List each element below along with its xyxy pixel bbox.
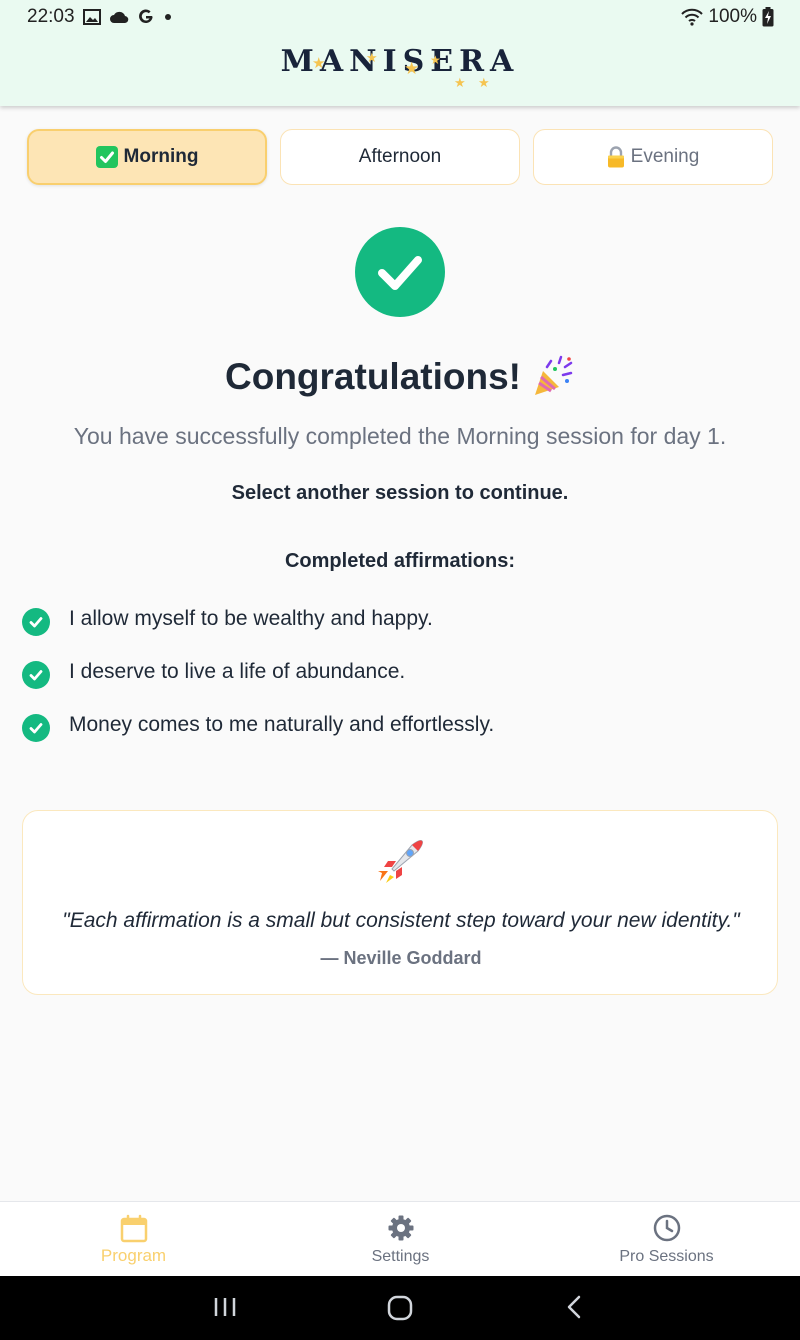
affirmation-text: I deserve to live a life of abundance. bbox=[69, 660, 406, 683]
check-circle-icon bbox=[22, 661, 50, 689]
completed-affirmations-heading: Completed affirmations: bbox=[284, 550, 516, 572]
tab-morning-label: Morning bbox=[123, 146, 199, 167]
check-circle-icon bbox=[22, 608, 50, 636]
success-check-icon bbox=[355, 227, 445, 317]
completion-message: You have successfully completed the Morn… bbox=[73, 423, 727, 449]
recent-apps-button[interactable] bbox=[212, 1294, 238, 1325]
wifi-icon bbox=[681, 8, 704, 26]
check-box-icon bbox=[95, 146, 118, 168]
nav-program[interactable]: Program bbox=[0, 1202, 267, 1277]
select-session-message: Select another session to continue. bbox=[231, 482, 569, 504]
session-tabs: Morning Afternoon Evening bbox=[27, 129, 773, 185]
gear-icon bbox=[267, 1214, 534, 1242]
google-notification-icon bbox=[137, 8, 155, 26]
list-item: I deserve to live a life of abundance. bbox=[22, 655, 782, 708]
system-navigation-bar bbox=[0, 1276, 800, 1340]
lock-icon bbox=[607, 146, 625, 168]
nav-pro-sessions[interactable]: Pro Sessions bbox=[533, 1202, 800, 1277]
back-button[interactable] bbox=[562, 1294, 588, 1325]
list-item: I allow myself to be wealthy and happy. bbox=[22, 602, 782, 655]
affirmation-list: I allow myself to be wealthy and happy. … bbox=[22, 602, 782, 761]
image-notification-icon bbox=[82, 9, 101, 25]
status-time: 22:03 bbox=[27, 6, 75, 27]
tab-afternoon-label: Afternoon bbox=[358, 146, 442, 167]
congratulations-title: Congratulations! bbox=[225, 356, 521, 397]
nav-settings[interactable]: Settings bbox=[267, 1202, 534, 1277]
calendar-icon bbox=[0, 1214, 267, 1244]
more-notifications-dot-icon bbox=[163, 12, 173, 22]
congratulations-heading: Congratulations! bbox=[0, 355, 800, 399]
battery-charging-icon bbox=[762, 7, 774, 27]
battery-percent: 100% bbox=[708, 6, 757, 27]
quote-text: "Each affirmation is a small but consist… bbox=[62, 909, 740, 932]
affirmation-text: Money comes to me naturally and effortle… bbox=[69, 713, 495, 736]
list-item: Money comes to me naturally and effortle… bbox=[22, 708, 782, 761]
tab-afternoon[interactable]: Afternoon bbox=[280, 129, 520, 185]
nav-settings-label: Settings bbox=[371, 1248, 430, 1265]
tab-evening-label: Evening bbox=[630, 146, 700, 167]
app-logo: MANISERA bbox=[280, 44, 520, 79]
clock-icon bbox=[533, 1214, 800, 1242]
bottom-navigation: Program Settings Pro Sessions bbox=[0, 1201, 800, 1277]
app-header: 22:03 100% MANISERA ★ ★ ★ ★ ★ ★ bbox=[0, 0, 800, 106]
nav-pro-sessions-label: Pro Sessions bbox=[619, 1248, 714, 1265]
status-bar: 22:03 100% bbox=[0, 0, 800, 34]
cloud-notification-icon bbox=[109, 10, 129, 24]
tab-morning[interactable]: Morning bbox=[27, 129, 267, 185]
check-circle-icon bbox=[22, 714, 50, 742]
rocket-icon bbox=[23, 837, 779, 885]
tab-evening[interactable]: Evening bbox=[533, 129, 773, 185]
quote-card: "Each affirmation is a small but consist… bbox=[22, 810, 778, 995]
nav-program-label: Program bbox=[100, 1246, 167, 1265]
party-popper-icon bbox=[531, 355, 575, 399]
quote-author: — Neville Goddard bbox=[320, 948, 482, 968]
home-button[interactable] bbox=[386, 1294, 414, 1327]
affirmation-text: I allow myself to be wealthy and happy. bbox=[69, 607, 433, 630]
